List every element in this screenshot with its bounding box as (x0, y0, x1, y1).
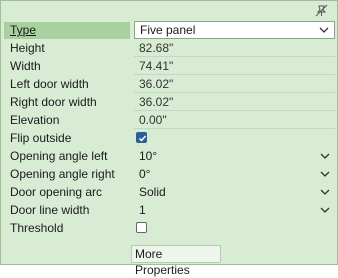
left-door-width-field[interactable]: 36.02" (134, 76, 335, 93)
elevation-value: 0.00" (139, 113, 167, 127)
property-row-door-opening-arc: Door opening arc Solid (4, 184, 335, 202)
elevation-field[interactable]: 0.00" (134, 112, 335, 129)
threshold-cell (134, 220, 335, 237)
flip-outside-checkbox[interactable] (136, 132, 147, 143)
height-field[interactable]: 82.68" (134, 40, 335, 57)
chevron-down-icon (320, 189, 330, 195)
flip-outside-cell (134, 130, 335, 147)
unpin-icon[interactable] (314, 4, 329, 18)
checkmark-icon (138, 135, 147, 142)
property-row-elevation: Elevation 0.00" (4, 112, 335, 130)
property-row-type: Type Five panel (4, 21, 335, 40)
property-row-right-door-width: Right door width 36.02" (4, 94, 335, 112)
chevron-down-icon (320, 171, 330, 177)
property-row-width: Width 74.41" (4, 58, 335, 76)
threshold-checkbox[interactable] (136, 222, 147, 233)
door-line-width-label: Door line width (10, 203, 90, 217)
type-label: Type (4, 22, 130, 39)
more-properties-button[interactable]: More Properties (131, 245, 221, 277)
opening-angle-right-label: Opening angle right (10, 167, 115, 181)
property-row-flip-outside: Flip outside (4, 130, 335, 148)
type-dropdown[interactable]: Five panel (134, 21, 335, 39)
property-row-threshold: Threshold (4, 220, 335, 238)
right-door-width-field[interactable]: 36.02" (134, 94, 335, 111)
width-value: 74.41" (139, 59, 174, 73)
opening-angle-left-dropdown[interactable]: 10° (134, 148, 335, 165)
door-opening-arc-label: Door opening arc (10, 185, 103, 199)
right-door-width-value: 36.02" (139, 95, 174, 109)
door-opening-arc-value: Solid (139, 185, 166, 199)
property-row-opening-angle-left: Opening angle left 10° (4, 148, 335, 166)
door-opening-arc-dropdown[interactable]: Solid (134, 184, 335, 201)
width-field[interactable]: 74.41" (134, 58, 335, 75)
panel-header (1, 1, 337, 21)
property-row-left-door-width: Left door width 36.02" (4, 76, 335, 94)
property-row-door-line-width: Door line width 1 (4, 202, 335, 220)
elevation-label: Elevation (10, 113, 60, 127)
height-value: 82.68" (139, 41, 174, 55)
chevron-down-icon (319, 27, 329, 33)
opening-angle-left-value: 10° (139, 149, 158, 163)
left-door-width-label: Left door width (10, 77, 89, 91)
left-door-width-value: 36.02" (139, 77, 174, 91)
opening-angle-left-label: Opening angle left (10, 149, 108, 163)
chevron-down-icon (320, 207, 330, 213)
height-label: Height (10, 41, 45, 55)
property-grid: Type Five panel Height 82.68" Width 74.4… (4, 21, 335, 238)
width-label: Width (10, 59, 41, 73)
opening-angle-right-value: 0° (139, 167, 151, 181)
property-row-height: Height 82.68" (4, 40, 335, 58)
threshold-label: Threshold (10, 221, 64, 235)
properties-panel: Type Five panel Height 82.68" Width 74.4… (0, 0, 338, 277)
right-door-width-label: Right door width (10, 95, 97, 109)
type-value: Five panel (140, 23, 196, 37)
flip-outside-label: Flip outside (10, 131, 72, 145)
door-line-width-dropdown[interactable]: 1 (134, 202, 335, 219)
door-line-width-value: 1 (139, 203, 146, 217)
opening-angle-right-dropdown[interactable]: 0° (134, 166, 335, 183)
property-row-opening-angle-right: Opening angle right 0° (4, 166, 335, 184)
chevron-down-icon (320, 153, 330, 159)
